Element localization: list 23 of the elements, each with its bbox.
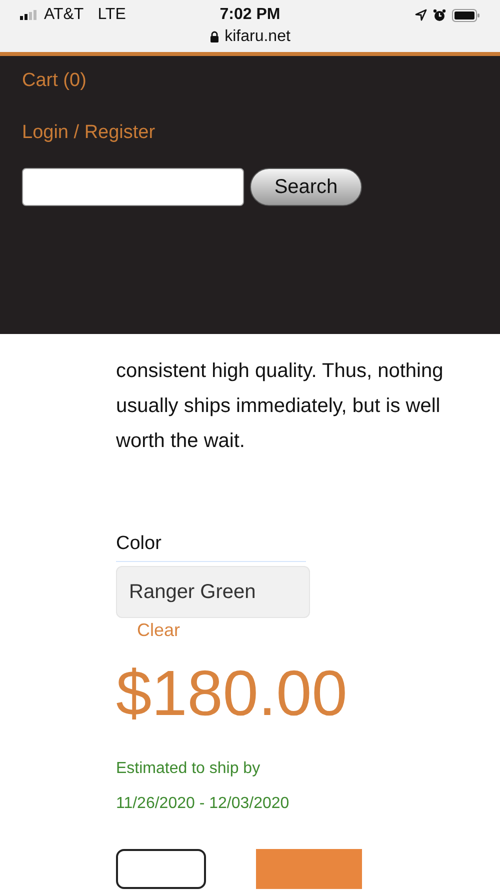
network-type: LTE <box>98 6 126 24</box>
description-text: usually ships immediately, but is well <box>116 394 442 419</box>
alarm-clock-icon <box>433 8 446 22</box>
price-text: $180.00 <box>116 656 348 731</box>
menu-link[interactable]: Cart (0) <box>22 66 86 96</box>
signal-icon <box>20 10 38 20</box>
color-select[interactable]: Ranger Green <box>116 566 310 618</box>
battery-icon <box>452 8 480 22</box>
search-button[interactable]: Search <box>250 168 362 206</box>
lock-icon <box>210 31 219 43</box>
search-field[interactable] <box>22 168 244 206</box>
shipping-estimate-text: 11/26/2020 - 12/03/2020 <box>116 794 290 814</box>
option-label: Color <box>116 532 162 556</box>
location-arrow-icon <box>415 9 427 21</box>
menu-link[interactable]: Login / Register <box>22 118 156 148</box>
carrier-name: AT&T <box>44 6 84 24</box>
description-text: worth the wait. <box>116 429 246 454</box>
quantity-field[interactable] <box>116 849 206 889</box>
shipping-estimate-text: Estimated to ship by <box>116 759 262 779</box>
description-text: consistent high quality. Thus, nothing <box>116 359 444 384</box>
clear-link[interactable]: Clear <box>137 620 180 641</box>
clock-time: 7:02 PM <box>220 6 280 24</box>
url-text: kifaru.net <box>224 28 290 46</box>
